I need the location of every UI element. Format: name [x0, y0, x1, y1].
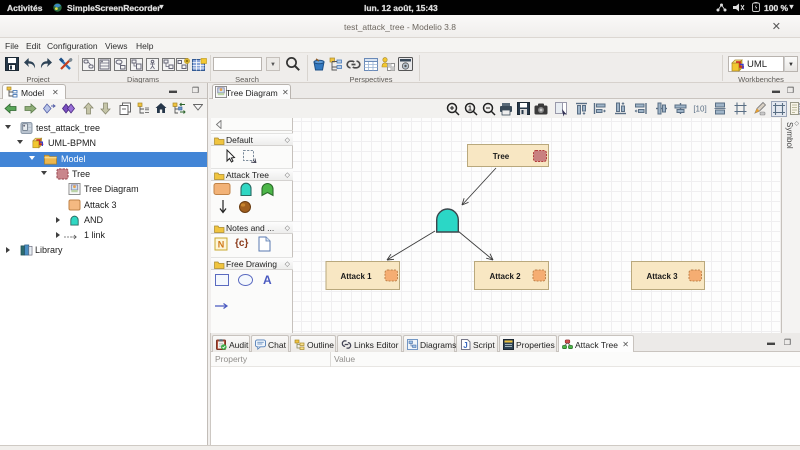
svg-text:[10]: [10]: [693, 105, 706, 114]
svg-text:Attack 1: Attack 1: [340, 272, 372, 281]
svg-text:Attack 2: Attack 2: [489, 272, 521, 281]
svg-text:N: N: [218, 240, 225, 250]
svg-text:J: J: [463, 341, 467, 350]
svg-text:Attack 3: Attack 3: [646, 272, 678, 281]
svg-text:Tree: Tree: [493, 152, 510, 161]
svg-text:1: 1: [468, 106, 472, 113]
